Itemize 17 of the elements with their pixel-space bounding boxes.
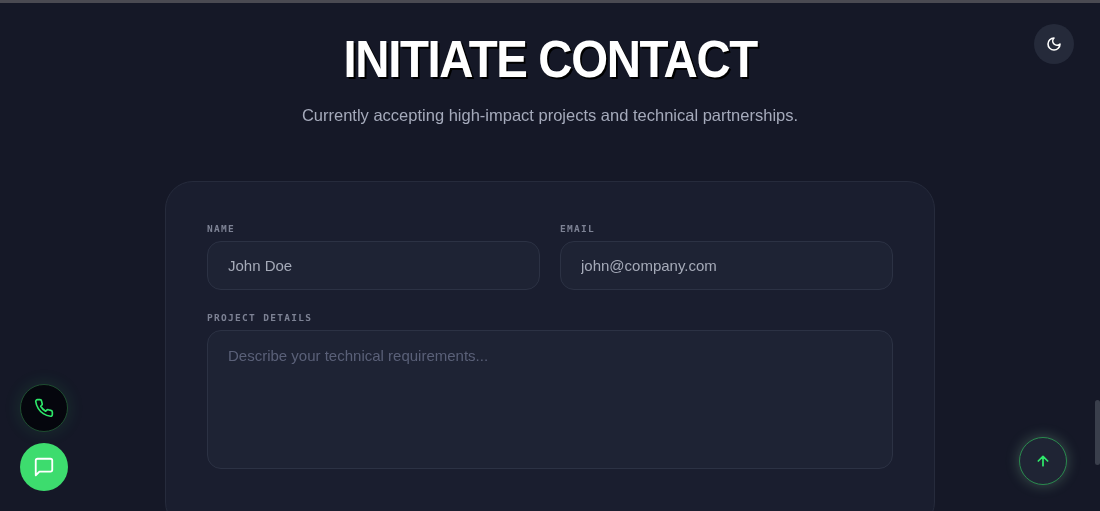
page-subtitle: Currently accepting high-impact projects and technical partnerships. — [301, 106, 799, 125]
field-label: PROJECT DETAILS — [207, 312, 314, 323]
moon-icon — [1046, 36, 1062, 52]
field-label: NAME — [207, 223, 237, 234]
scroll-top-button[interactable] — [1019, 437, 1067, 485]
arrow-up-icon — [1035, 453, 1051, 469]
theme-toggle-button[interactable] — [1034, 24, 1074, 64]
phone-icon — [34, 398, 54, 418]
phone-button[interactable] — [20, 384, 68, 432]
chat-icon — [33, 456, 55, 478]
input-field[interactable]: john@company.com — [560, 241, 893, 290]
page-title: INITIATE CONTACT — [343, 30, 757, 89]
chat-button[interactable] — [20, 443, 68, 491]
text-area[interactable]: Describe your technical requirements... — [207, 330, 893, 469]
input-field[interactable]: John Doe — [207, 241, 540, 290]
field-label: EMAIL — [560, 223, 597, 234]
scrollbar-thumb[interactable] — [1095, 400, 1100, 465]
